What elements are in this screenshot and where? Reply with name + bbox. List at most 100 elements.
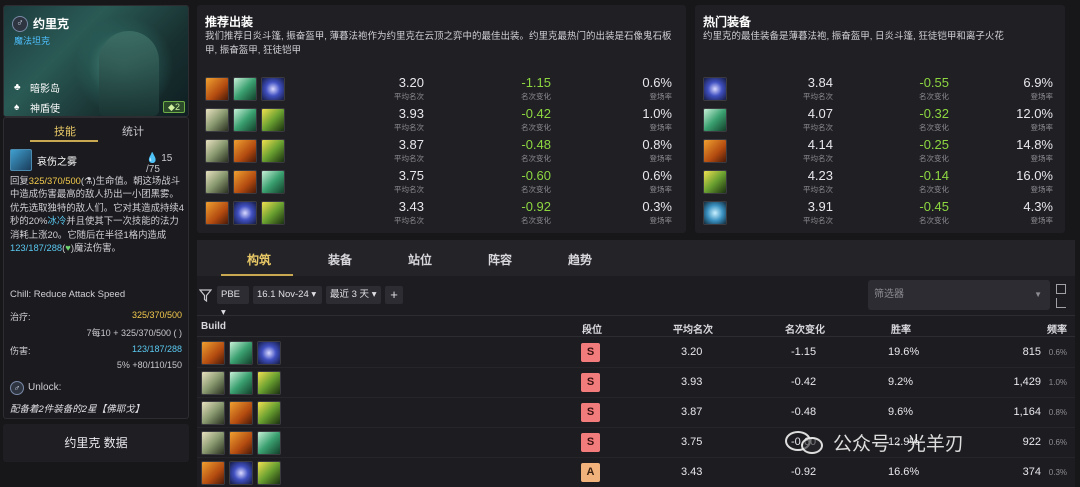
item-icon[interactable]: [229, 431, 253, 455]
item-icon[interactable]: [201, 461, 225, 485]
item-icon[interactable]: [261, 77, 285, 101]
build-row[interactable]: 3.93 平均名次 -0.42 名次变化 1.0% 登场率: [205, 106, 675, 134]
col-tier[interactable]: 段位: [582, 321, 602, 336]
damage-value: 123/187/288: [131, 344, 182, 354]
tab-stats[interactable]: 统计: [122, 123, 144, 139]
hot-item-row[interactable]: 4.23 平均名次 -0.14 名次变化 16.0% 登场率: [703, 168, 1053, 196]
item-icon[interactable]: [201, 371, 225, 395]
damage-formula: 5% +80/110/150: [116, 360, 182, 370]
table-row[interactable]: S 3.87 -0.48 9.6% 1,164 0.8%: [197, 398, 1075, 428]
table-row[interactable]: A 3.43 -0.92 16.6% 374 0.3%: [197, 458, 1075, 487]
hot-item-row[interactable]: 3.84 平均名次 -0.55 名次变化 6.9% 登场率: [703, 75, 1053, 103]
item-icon[interactable]: [229, 371, 253, 395]
place-change-value: -0.42: [521, 106, 551, 121]
build-row[interactable]: 3.75 平均名次 -0.60 名次变化 0.6% 登场率: [205, 168, 675, 196]
shadow-isles-icon: ♣: [14, 82, 21, 93]
tab-skill[interactable]: 技能: [54, 123, 76, 139]
tab-positioning[interactable]: 站位: [408, 251, 432, 268]
item-icon[interactable]: [261, 108, 285, 132]
place-change-label: 名次变化: [919, 123, 949, 132]
hot-item-row[interactable]: 4.07 平均名次 -0.32 名次变化 12.0% 登场率: [703, 106, 1053, 134]
build-row[interactable]: 3.43 平均名次 -0.92 名次变化 0.3% 登场率: [205, 199, 675, 227]
item-icon[interactable]: [205, 108, 229, 132]
item-icon[interactable]: [257, 401, 281, 425]
item-icon[interactable]: [703, 108, 727, 132]
col-place-change[interactable]: 名次变化: [785, 321, 825, 336]
item-icon[interactable]: [201, 431, 225, 455]
unlock-condition: 配备着2件装备的2星【佛耶戈】: [10, 404, 145, 415]
tab-items[interactable]: 装备: [328, 251, 352, 268]
add-filter-button[interactable]: +: [385, 286, 403, 304]
item-icon[interactable]: [703, 201, 727, 225]
item-icon[interactable]: [205, 201, 229, 225]
filter-icon[interactable]: [199, 289, 212, 302]
hot-item-row[interactable]: 3.91 平均名次 -0.45 名次变化 4.3% 登场率: [703, 199, 1053, 227]
patch-select[interactable]: PBE ▾: [217, 286, 249, 318]
item-icon[interactable]: [257, 431, 281, 455]
item-icon[interactable]: [257, 341, 281, 365]
chevron-down-icon: ▼: [1034, 290, 1042, 299]
tab-trends[interactable]: 趋势: [568, 251, 592, 268]
trait-aegis[interactable]: ♠ 神盾使: [14, 100, 60, 115]
item-icon[interactable]: [233, 77, 257, 101]
chart-view-icon[interactable]: [1056, 298, 1066, 308]
champion-data-button[interactable]: 约里克 数据: [3, 424, 189, 462]
filter-dropdown[interactable]: 筛选器 ▼: [868, 280, 1050, 310]
place-change-label: 名次变化: [521, 123, 551, 132]
info-tabs: 技能 统计: [4, 118, 188, 142]
win-rate-cell: 19.6%: [888, 346, 920, 358]
pick-rate-label: 登场率: [1030, 92, 1054, 101]
item-icon[interactable]: [233, 108, 257, 132]
item-icon[interactable]: [205, 170, 229, 194]
avg-place-label: 平均名次: [394, 154, 424, 163]
avg-place-value: 3.93: [398, 106, 424, 121]
item-icon[interactable]: [233, 139, 257, 163]
item-icon[interactable]: [229, 461, 253, 485]
skill-description: 回复325/370/500(⚗)生命值。朝这场战斗中造成伤害最高的敌人扔出一小团…: [10, 175, 184, 254]
place-change-value: -0.32: [919, 106, 949, 121]
item-icon[interactable]: [205, 77, 229, 101]
pick-rate-value: 4.3%: [1023, 199, 1053, 214]
item-icon[interactable]: [261, 201, 285, 225]
trait-shadow-isles[interactable]: ♣ 暗影岛: [14, 80, 60, 95]
version-select[interactable]: 16.1 Nov-24 ▾: [253, 286, 322, 304]
avg-place-value: 3.75: [398, 168, 424, 183]
col-build[interactable]: Build: [201, 321, 226, 332]
pick-rate-label: 登场率: [1030, 154, 1054, 163]
item-icon[interactable]: [703, 77, 727, 101]
avg-place-label: 平均名次: [394, 92, 424, 101]
table-row[interactable]: S 3.93 -0.42 9.2% 1,429 1.0%: [197, 368, 1075, 398]
pick-rate-value: 16.0%: [1016, 168, 1053, 183]
place-change-label: 名次变化: [919, 92, 949, 101]
item-icon[interactable]: [233, 201, 257, 225]
table-row[interactable]: S 3.20 -1.15 19.6% 815 0.6%: [197, 338, 1075, 368]
item-icon[interactable]: [261, 139, 285, 163]
place-change-label: 名次变化: [521, 154, 551, 163]
item-icon[interactable]: [257, 461, 281, 485]
build-row[interactable]: 3.20 平均名次 -1.15 名次变化 0.6% 登场率: [205, 75, 675, 103]
panel-title: 推荐出装: [205, 15, 254, 29]
item-icon[interactable]: [201, 341, 225, 365]
item-icon[interactable]: [233, 170, 257, 194]
table-view-icon[interactable]: [1056, 284, 1066, 294]
item-icon[interactable]: [261, 170, 285, 194]
item-icon[interactable]: [205, 139, 229, 163]
item-icon[interactable]: [257, 371, 281, 395]
pick-rate-label: 登场率: [1030, 185, 1054, 194]
tab-comps[interactable]: 阵容: [488, 251, 512, 268]
item-icon[interactable]: [229, 401, 253, 425]
frequency-pct-cell: 0.6%: [1048, 438, 1067, 447]
build-row[interactable]: 3.87 平均名次 -0.48 名次变化 0.8% 登场率: [205, 137, 675, 165]
col-win-rate[interactable]: 胜率: [891, 321, 911, 336]
item-icon[interactable]: [201, 401, 225, 425]
win-rate-cell: 9.6%: [888, 406, 914, 418]
tab-builds[interactable]: 构筑: [247, 251, 271, 268]
item-icon[interactable]: [229, 341, 253, 365]
col-frequency[interactable]: 频率: [1047, 321, 1067, 336]
time-range-select[interactable]: 最近 3 天 ▾: [326, 286, 381, 304]
item-icon[interactable]: [703, 170, 727, 194]
item-icon[interactable]: [703, 139, 727, 163]
col-avg-place[interactable]: 平均名次: [673, 321, 713, 336]
hot-item-row[interactable]: 4.14 平均名次 -0.25 名次变化 14.8% 登场率: [703, 137, 1053, 165]
tier-badge: S: [581, 403, 600, 422]
